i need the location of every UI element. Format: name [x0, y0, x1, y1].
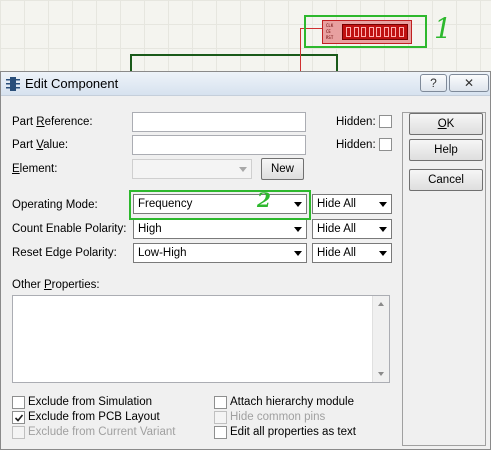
annotation-mark-1: 1 [434, 12, 452, 45]
exclude-pcb-layout-checkbox[interactable] [12, 411, 25, 424]
exclude-variant-checkbox [12, 426, 25, 439]
reset-edge-polarity-value: Low-High [138, 247, 187, 259]
button-panel [402, 112, 486, 446]
schematic-wire-red [300, 28, 301, 72]
edit-component-dialog: Edit Component ? ✕ Part Reference: Hidde… [0, 71, 491, 450]
operating-mode-visibility-select[interactable]: Hide All [312, 194, 392, 214]
titlebar-close-button[interactable]: ✕ [449, 74, 489, 92]
part-reference-input[interactable] [132, 112, 306, 132]
exclude-simulation-label: Exclude from Simulation [28, 396, 152, 408]
attach-hierarchy-checkbox[interactable] [214, 396, 227, 409]
part-reference-hidden-checkbox[interactable] [379, 115, 392, 128]
exclude-variant-label: Exclude from Current Variant [28, 426, 176, 438]
annotation-mark-2: 2 [257, 188, 271, 212]
chevron-down-icon [294, 251, 302, 256]
attach-hierarchy-label: Attach hierarchy module [230, 396, 355, 408]
annotation-highlight-box [129, 190, 311, 220]
titlebar-help-button[interactable]: ? [420, 74, 447, 92]
part-value-label: Part Value: [12, 139, 69, 151]
properties-scrollbar[interactable] [372, 296, 389, 382]
count-enable-polarity-value: High [138, 223, 162, 235]
hidden-label: Hidden: [336, 116, 376, 128]
ok-button[interactable]: OK [409, 113, 483, 135]
annotation-highlight-box [304, 15, 427, 48]
question-mark-icon: ? [430, 76, 437, 90]
other-properties-label: Other Properties: [12, 279, 100, 291]
count-enable-visibility-value: Hide All [317, 223, 356, 235]
schematic-wire [130, 54, 338, 56]
reset-edge-polarity-label: Reset Edge Polarity: [12, 247, 117, 259]
count-enable-polarity-label: Count Enable Polarity: [12, 223, 127, 235]
new-element-button[interactable]: New [261, 158, 304, 180]
schematic-canvas[interactable]: CLK CE RST 1 [0, 0, 491, 72]
component-app-icon [6, 77, 20, 91]
chevron-down-icon [294, 227, 302, 232]
reset-edge-polarity-select[interactable]: Low-High [133, 243, 307, 263]
count-enable-polarity-select[interactable]: High [133, 219, 307, 239]
other-properties-textarea[interactable] [12, 295, 390, 383]
close-icon: ✕ [463, 76, 475, 90]
exclude-pcb-layout-label: Exclude from PCB Layout [28, 411, 160, 423]
scroll-down-icon[interactable] [378, 372, 384, 376]
element-select [132, 159, 252, 179]
cancel-button[interactable]: Cancel [409, 169, 483, 191]
exclude-simulation-checkbox[interactable] [12, 396, 25, 409]
chevron-down-icon [239, 167, 247, 172]
hide-common-pins-label: Hide common pins [230, 411, 326, 423]
edit-as-text-label: Edit all properties as text [230, 426, 356, 438]
schematic-wire [336, 54, 338, 72]
edit-as-text-checkbox[interactable] [214, 426, 227, 439]
dialog-titlebar[interactable]: Edit Component ? ✕ [1, 72, 490, 96]
chevron-down-icon [379, 202, 387, 207]
dialog-title: Edit Component [25, 76, 119, 91]
element-label: Element: [12, 163, 58, 175]
hidden-label: Hidden: [336, 139, 376, 151]
operating-mode-visibility-value: Hide All [317, 198, 356, 210]
count-enable-visibility-select[interactable]: Hide All [312, 219, 392, 239]
reset-edge-visibility-value: Hide All [317, 247, 356, 259]
help-button[interactable]: Help [409, 139, 483, 161]
checkmark-icon [14, 413, 23, 422]
reset-edge-visibility-select[interactable]: Hide All [312, 243, 392, 263]
hide-common-pins-checkbox [214, 411, 227, 424]
part-reference-label: Part Reference: [12, 116, 93, 128]
part-value-input[interactable] [132, 135, 306, 155]
part-value-hidden-checkbox[interactable] [379, 138, 392, 151]
chevron-down-icon [379, 251, 387, 256]
schematic-wire [130, 54, 132, 72]
chevron-down-icon [379, 227, 387, 232]
operating-mode-label: Operating Mode: [12, 199, 98, 211]
scroll-up-icon[interactable] [378, 302, 384, 306]
